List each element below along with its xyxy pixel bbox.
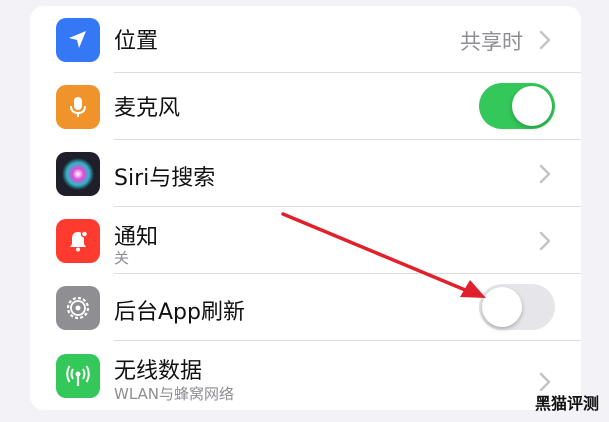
annotation-arrow	[281, 212, 486, 298]
watermark: 黑猫评测	[534, 394, 599, 413]
